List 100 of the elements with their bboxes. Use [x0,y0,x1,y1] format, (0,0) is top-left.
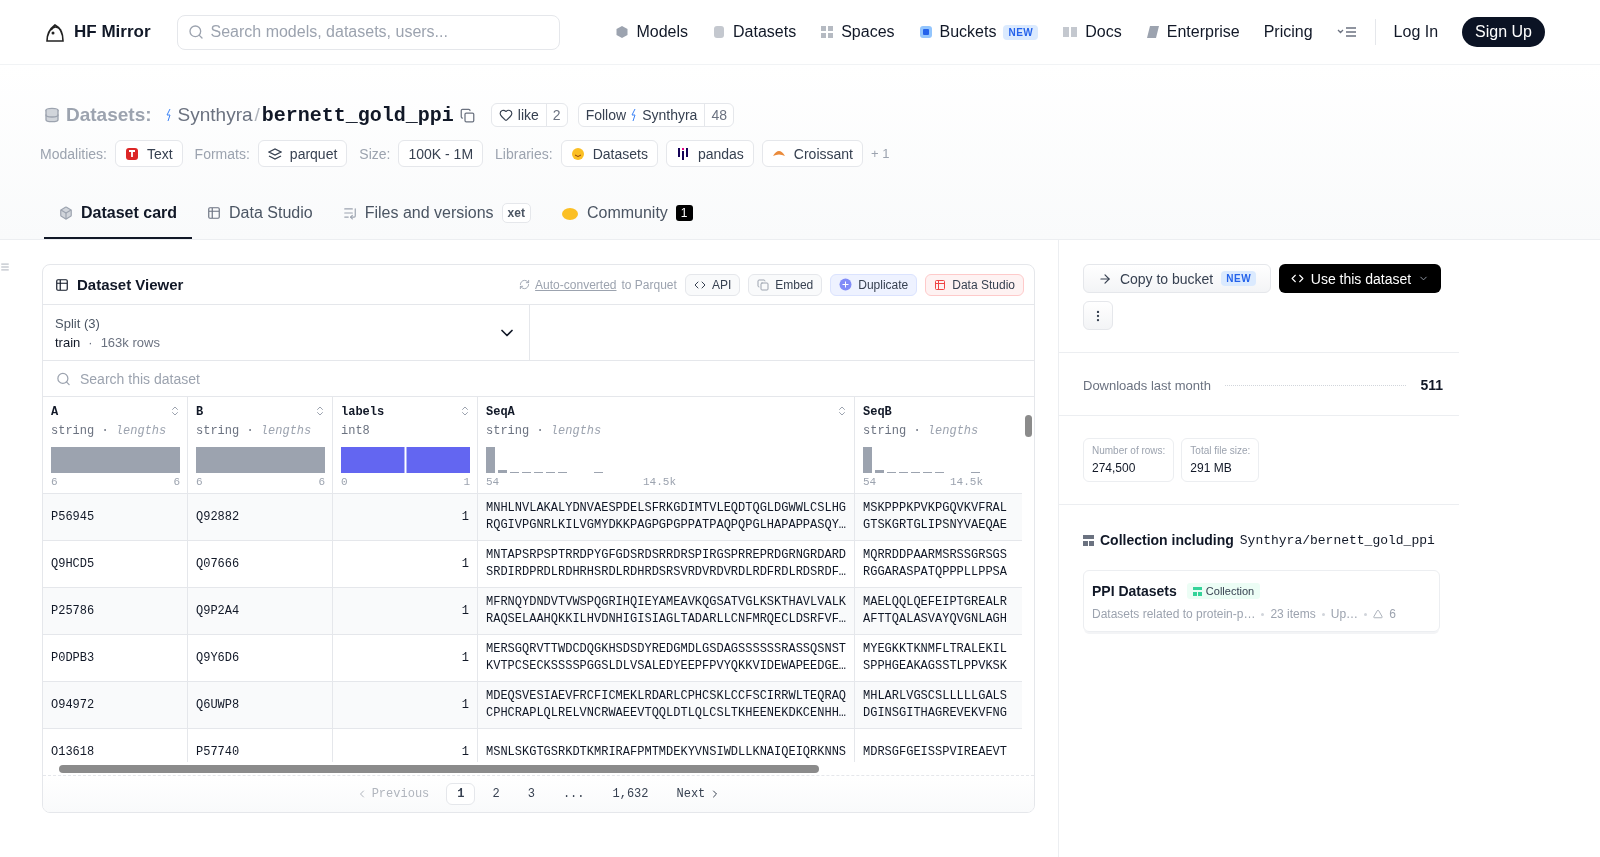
page-link[interactable]: 1 [446,783,476,805]
copy-icon[interactable] [459,107,475,123]
search-field[interactable]: Search models, datasets, users... [176,14,560,50]
meta-tag[interactable]: 100K - 1M [398,140,484,167]
stat-label: Number of rows: [1092,445,1166,456]
axis-label: 0 [341,476,348,488]
follow-button[interactable]: Follow Synthyra 48 [577,103,734,127]
tab[interactable]: Data Studio [192,191,328,239]
page-link[interactable]: ... [551,783,596,805]
search-icon [56,371,71,387]
column-header[interactable]: A string · lengths 6 6 [43,397,188,494]
tab[interactable]: Files and versions xet [327,191,546,239]
database-icon [712,25,727,39]
column-header[interactable]: labels int8 0 1 [333,397,478,494]
meta-label: Modalities: [40,145,107,162]
like-count: 2 [545,104,567,126]
meta-tag[interactable]: Datasets [560,140,658,167]
collection-icon [1083,534,1094,546]
sort-icon[interactable] [169,405,181,417]
grid-icon [820,25,835,39]
menu-icon[interactable] [1336,26,1357,38]
repo-name[interactable]: bernett_gold_ppi [261,103,454,127]
nav-link[interactable]: Spaces [820,23,895,41]
plus-icon [839,278,853,291]
collection-tag: Collection [1186,583,1261,599]
nav-link[interactable]: Docs [1062,23,1122,41]
sort-icon[interactable] [836,405,848,417]
database-icon [44,107,60,123]
xet-badge: xet [501,203,531,223]
table-cell: 1 [333,635,478,682]
tab[interactable]: Dataset card [44,191,193,239]
table-cell: 1 [333,682,478,729]
axis-label: 14.5k [950,476,983,488]
axis-label: 6 [318,476,325,488]
tab[interactable]: Community 1 [545,191,708,239]
heart-icon [498,108,513,122]
new-badge: NEW [1003,24,1039,40]
table-cell: Q9HCD5 [43,541,188,588]
use-dataset-button[interactable]: Use this dataset [1279,264,1441,293]
axis-label: 54 [863,476,877,488]
meta-tag[interactable]: pandas [665,140,754,167]
meta-tag[interactable]: Croissant [761,140,863,167]
like-button[interactable]: like 2 [490,103,568,127]
smiley-icon [570,146,585,161]
page-link[interactable]: 1,632 [601,783,660,805]
page-link[interactable]: 3 [516,783,546,805]
login-link[interactable]: Log In [1393,23,1439,41]
sort-icon[interactable] [314,405,326,417]
copy-to-bucket-button[interactable]: Copy to bucket NEW [1083,264,1271,293]
collection-icon [1192,586,1202,596]
square-icon [918,25,933,39]
table-cell: Q07666 [188,541,333,588]
column-header[interactable]: B string · lengths 6 6 [188,397,333,494]
meta-tag[interactable]: parquet [257,140,348,167]
nav-link[interactable]: Pricing [1263,23,1313,41]
copy-icon [757,278,770,291]
item-count: 23 items [1270,607,1316,621]
next-link[interactable]: Next [665,783,733,805]
text-icon [124,146,139,161]
card-title: Dataset Viewer [77,276,184,293]
org-icon [631,109,638,121]
nav-link[interactable]: Enterprise [1145,23,1240,41]
split-select[interactable]: Split (3) train · 163k rows [43,305,530,360]
cube-icon [615,25,630,39]
repo-owner[interactable]: Synthyra [177,104,253,126]
action-button[interactable]: Data Studio [925,273,1024,296]
meta-label: Formats: [194,145,250,162]
axis-label: 54 [486,476,500,488]
meta-label: Size: [359,145,391,162]
action-button[interactable]: Duplicate [830,273,918,296]
refresh-icon [519,279,531,290]
collection-card[interactable]: PPI Datasets Collection Datasets related to protein-p… 23 items Up… 6 [1083,570,1440,632]
table-cell: MAELQQLQEFEIPTGREALR AFTTQALASVAYQVGNLAGH [855,588,1025,635]
cube-icon [59,206,73,220]
signup-button[interactable]: Sign Up [1462,17,1545,47]
axis-label: 6 [173,476,180,488]
table-cell: Q9Y6D6 [188,635,333,682]
downloads-label: Downloads last month [1083,377,1211,393]
page-link[interactable]: 2 [481,783,511,805]
table-icon [55,277,69,292]
table-cell: MSKPPPKPVKPGQVKVFRAL GTSKGRTGLIPSNYVAEQAE [855,494,1025,541]
nav-link[interactable]: Datasets [712,23,797,41]
bars-icon [675,146,690,161]
sort-icon[interactable] [459,405,471,417]
action-button[interactable]: API [684,273,741,296]
table-cell: O94972 [43,682,188,729]
table-cell: P0DPB3 [43,635,188,682]
stat-label: Total file size: [1190,445,1251,456]
table-cell: 1 [333,588,478,635]
table-cell: Q92882 [188,494,333,541]
list-icon [342,206,357,220]
action-button[interactable]: Embed [748,273,823,296]
repo-name: Synthyra/bernett_gold_ppi [1239,532,1435,548]
table-cell: P25786 [43,588,188,635]
nav-link[interactable]: Buckets NEW [918,23,1039,41]
meta-tag[interactable]: Text [114,140,183,167]
nav-link[interactable]: Models [615,23,689,41]
axis-label: 6 [51,476,58,488]
updated-text: Up… [1330,607,1359,621]
book-icon [1062,25,1079,39]
